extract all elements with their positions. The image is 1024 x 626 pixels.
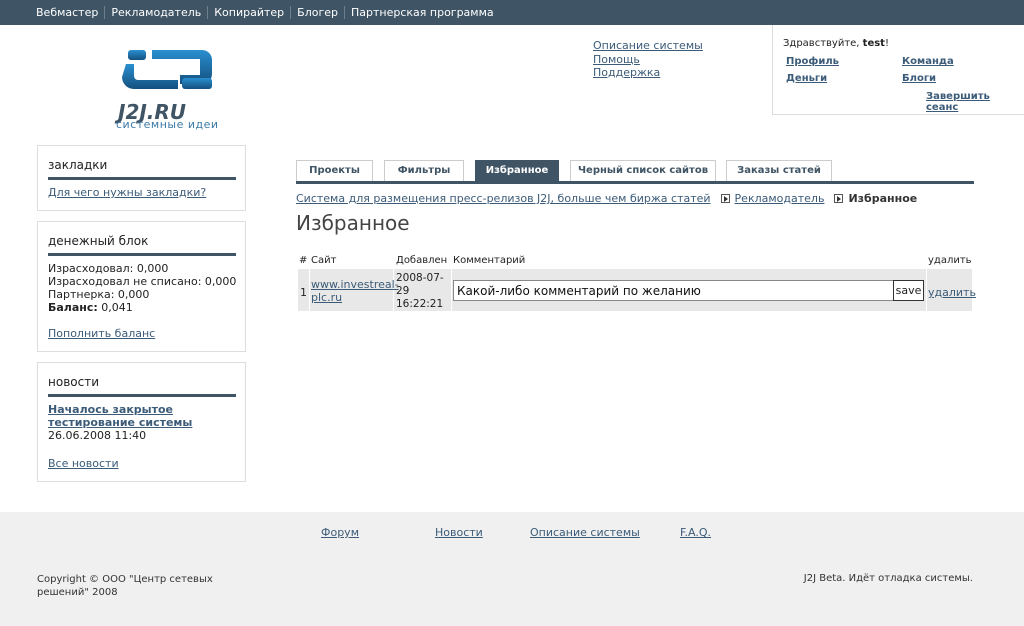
- tab-favorites[interactable]: Избранное: [475, 160, 559, 182]
- page-title: Избранное: [296, 211, 410, 235]
- copyright: Copyright © ООО "Центр сетевых решений" …: [37, 574, 213, 598]
- tab-underline: [296, 181, 974, 184]
- col-num-header: #: [299, 255, 308, 266]
- col-site-header: Сайт: [311, 255, 337, 266]
- link-system-description[interactable]: Описание системы: [593, 39, 703, 53]
- beta-status: J2J Beta. Идёт отладка системы.: [803, 573, 973, 584]
- money-box: денежный блок Израсходовал: 0,000 Израсх…: [37, 221, 246, 352]
- money-title: денежный блок: [48, 234, 149, 248]
- tab-filters[interactable]: Фильтры: [384, 160, 464, 182]
- breadcrumb-section[interactable]: Рекламодатель: [735, 192, 825, 205]
- footer: Форум Новости Описание системы F.A.Q. Co…: [0, 512, 1024, 626]
- topnav-webmaster[interactable]: Вебмастер: [30, 6, 104, 19]
- user-greeting: Здравствуйте, test!: [783, 38, 889, 49]
- footer-forum-link[interactable]: Форум: [321, 526, 359, 539]
- tab-projects[interactable]: Проекты: [296, 160, 373, 182]
- footer-description-link[interactable]: Описание системы: [530, 526, 640, 539]
- footer-news-link[interactable]: Новости: [435, 526, 483, 539]
- col-comment-header: Комментарий: [453, 255, 526, 266]
- user-name: test: [862, 38, 885, 49]
- news-headline-link[interactable]: Началось закрытое тестирование системы: [48, 403, 228, 429]
- added-date: 2008-07- 29 16:22:21: [396, 272, 444, 310]
- affiliate-text: Партнерка: 0,000: [48, 288, 150, 301]
- link-help[interactable]: Помощь: [593, 53, 703, 67]
- comment-input[interactable]: [453, 280, 894, 301]
- delete-link[interactable]: удалить: [928, 286, 976, 299]
- site-link[interactable]: www.investreal-plc.ru: [311, 278, 399, 304]
- bookmarks-divider: [48, 177, 236, 180]
- breadcrumb-root[interactable]: Система для размещения пресс-релизов J2J…: [296, 192, 711, 205]
- breadcrumb: Система для размещения пресс-релизов J2J…: [296, 192, 917, 205]
- bookmarks-title: закладки: [48, 158, 108, 172]
- all-news-link[interactable]: Все новости: [48, 457, 119, 470]
- col-added-header: Добавлен: [396, 255, 448, 266]
- news-title: новости: [48, 375, 99, 389]
- topnav-partner[interactable]: Партнерская программа: [344, 6, 500, 19]
- topup-link[interactable]: Пополнить баланс: [48, 327, 155, 340]
- footer-faq-link[interactable]: F.A.Q.: [680, 526, 711, 539]
- header-links: Описание системы Помощь Поддержка: [593, 39, 703, 80]
- logo-tagline: системные идеи: [116, 118, 219, 131]
- balance-text: Баланс: 0,041: [48, 301, 133, 314]
- link-support[interactable]: Поддержка: [593, 66, 703, 80]
- bookmarks-box: закладки Для чего нужны закладки?: [37, 145, 246, 211]
- breadcrumb-arrow-icon: [834, 194, 844, 203]
- save-button[interactable]: save: [893, 280, 924, 301]
- money-divider: [48, 253, 236, 256]
- user-panel: Здравствуйте, test! Профиль Команда День…: [772, 25, 1024, 115]
- blogs-link[interactable]: Блоги: [902, 73, 936, 84]
- top-navbar: Вебмастер Рекламодатель Копирайтер Блоге…: [0, 0, 1024, 25]
- logout-link[interactable]: Завершить сеанс: [926, 91, 1024, 113]
- tab-article-orders[interactable]: Заказы статей: [726, 160, 832, 182]
- profile-link[interactable]: Профиль: [786, 56, 839, 67]
- spent-text: Израсходовал: 0,000: [48, 262, 169, 275]
- spent-pending-text: Израсходовал не списано: 0,000: [48, 275, 237, 288]
- news-box: новости Началось закрытое тестирование с…: [37, 362, 246, 482]
- topnav-advertiser[interactable]: Рекламодатель: [104, 6, 207, 19]
- bookmarks-help-link[interactable]: Для чего нужны закладки?: [48, 186, 206, 199]
- topnav-copywriter[interactable]: Копирайтер: [207, 6, 290, 19]
- money-link[interactable]: Деньги: [786, 73, 827, 84]
- breadcrumb-arrow-icon: [720, 194, 730, 203]
- team-link[interactable]: Команда: [902, 56, 954, 67]
- top-nav: Вебмастер Рекламодатель Копирайтер Блоге…: [30, 6, 500, 19]
- tab-blacklist[interactable]: Черный список сайтов: [570, 160, 716, 182]
- row-num: 1: [300, 286, 307, 299]
- news-date: 26.06.2008 11:40: [48, 429, 147, 442]
- col-delete-header: удалить: [928, 255, 972, 266]
- breadcrumb-current: Избранное: [848, 192, 918, 205]
- news-divider: [48, 394, 236, 397]
- topnav-blogger[interactable]: Блогер: [290, 6, 344, 19]
